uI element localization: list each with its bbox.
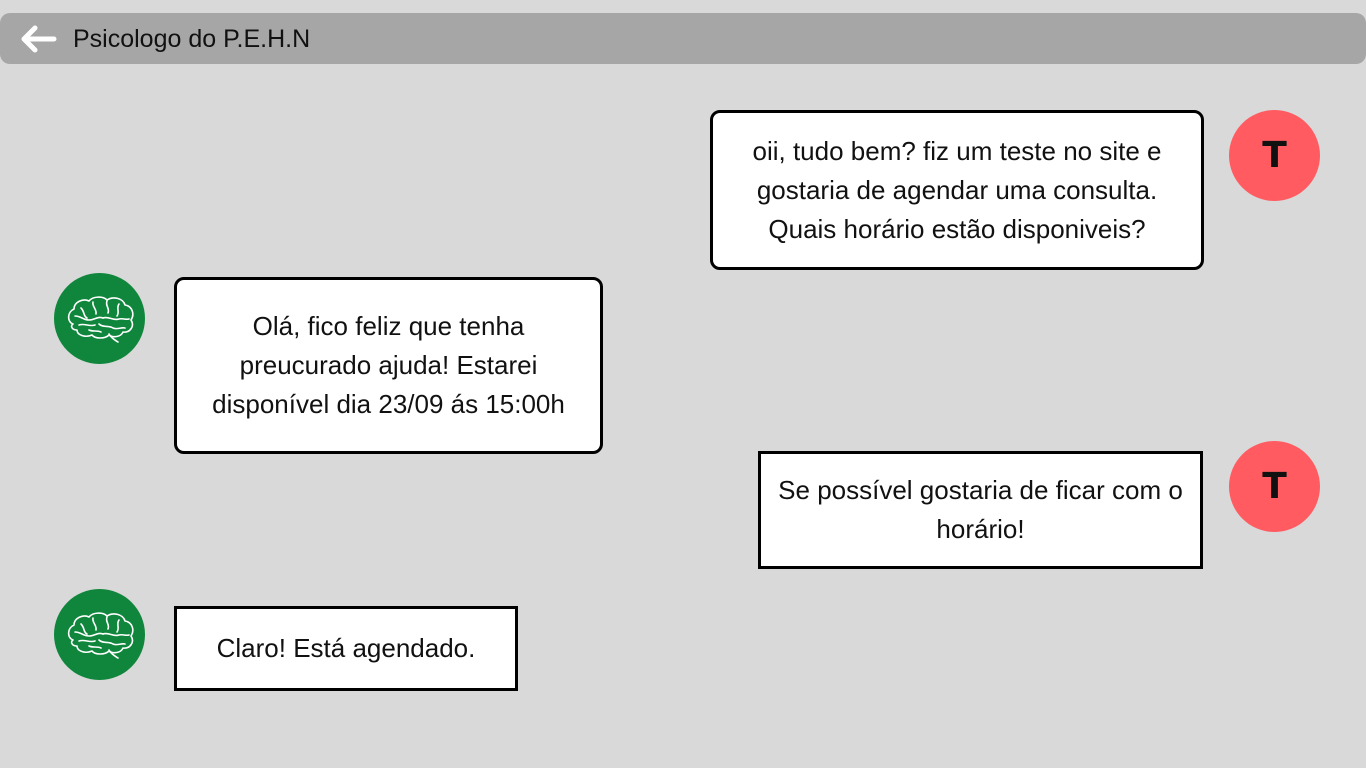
avatar-initial: T <box>1262 135 1287 176</box>
back-button[interactable] <box>20 25 58 53</box>
avatar-initial: T <box>1262 466 1287 507</box>
user-avatar: T <box>1229 441 1320 532</box>
message-bubble-psychologist: Olá, fico feliz que tenha preucurado aju… <box>174 277 603 454</box>
psychologist-avatar <box>54 273 145 364</box>
message-text: Se possível gostaria de ficar com o horá… <box>778 475 1183 544</box>
message-bubble-user: oii, tudo bem? fiz um teste no site e go… <box>710 110 1204 270</box>
message-bubble-psychologist: Claro! Está agendado. <box>174 606 518 691</box>
message-text: oii, tudo bem? fiz um teste no site e go… <box>752 135 1162 244</box>
chat-title: Psicologo do P.E.H.N <box>73 25 311 53</box>
user-avatar: T <box>1229 110 1320 201</box>
chat-header: Psicologo do P.E.H.N <box>0 13 1366 64</box>
brain-icon <box>67 295 134 343</box>
message-text: Olá, fico feliz que tenha preucurado aju… <box>212 311 565 419</box>
arrow-left-icon <box>21 25 57 53</box>
message-text: Claro! Está agendado. <box>216 633 476 663</box>
psychologist-avatar <box>54 589 145 680</box>
message-bubble-user: Se possível gostaria de ficar com o horá… <box>758 451 1203 569</box>
brain-icon <box>67 611 134 659</box>
